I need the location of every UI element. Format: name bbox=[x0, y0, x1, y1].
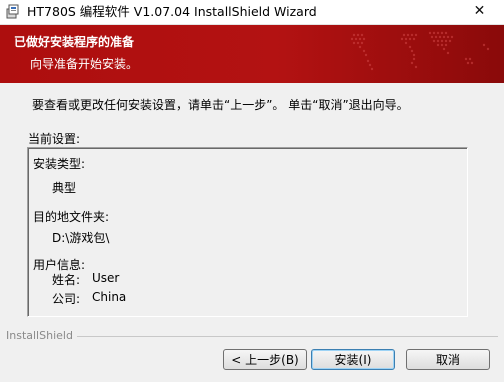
separator-rule bbox=[6, 336, 498, 337]
close-button[interactable]: ✕ bbox=[457, 0, 502, 21]
installer-box-icon bbox=[6, 4, 19, 19]
header-banner: 已做好安装程序的准备 向导准备开始安装。 bbox=[0, 25, 504, 83]
destination-value: D:\游戏包\ bbox=[52, 231, 110, 245]
settings-summary-box: 安装类型: 典型 目的地文件夹: D:\游戏包\ 用户信息: 姓名: User … bbox=[27, 147, 468, 317]
cancel-button[interactable]: 取消 bbox=[406, 349, 490, 370]
title-bar: HT780S 编程软件 V1.07.04 InstallShield Wizar… bbox=[0, 0, 504, 25]
destination-label: 目的地文件夹: bbox=[33, 210, 110, 224]
company-value: China bbox=[92, 290, 127, 304]
back-button[interactable]: < 上一步(B) bbox=[223, 349, 307, 370]
instruction-text: 要查看或更改任何安装设置，请单击“上一步”。 单击“取消”退出向导。 bbox=[32, 98, 409, 112]
brand-separator: InstallShield bbox=[6, 329, 498, 343]
banner-subtitle: 向导准备开始安装。 bbox=[30, 57, 139, 71]
world-map-icon bbox=[350, 31, 490, 71]
installshield-brand: InstallShield bbox=[6, 329, 77, 342]
setup-type-label: 安装类型: bbox=[33, 157, 86, 171]
banner-title: 已做好安装程序的准备 bbox=[14, 35, 135, 49]
setup-type-value: 典型 bbox=[52, 181, 77, 195]
current-settings-label: 当前设置: bbox=[28, 132, 81, 146]
company-label: 公司: bbox=[52, 292, 81, 306]
install-button[interactable]: 安装(I) bbox=[311, 349, 395, 370]
close-icon: ✕ bbox=[473, 2, 486, 19]
window-title: HT780S 编程软件 V1.07.04 InstallShield Wizar… bbox=[27, 4, 317, 19]
name-label: 姓名: bbox=[52, 273, 81, 287]
name-value: User bbox=[92, 271, 120, 285]
